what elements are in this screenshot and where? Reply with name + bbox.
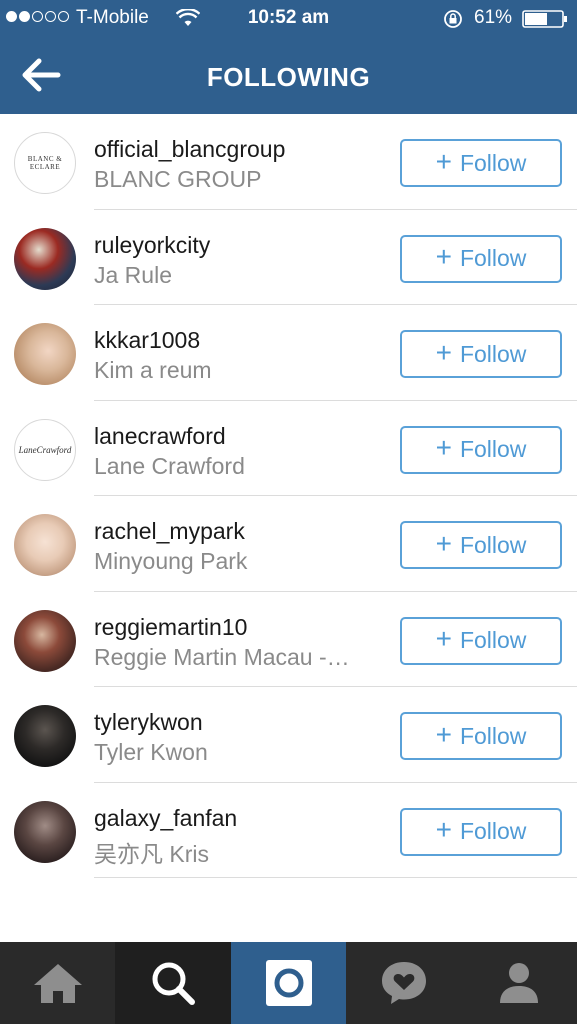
list-item: LaneCrawford lanecrawford Lane Crawford … xyxy=(0,401,577,496)
plus-icon: + xyxy=(435,623,452,654)
full-name: Kim a reum xyxy=(94,357,212,383)
avatar-logo: BLANC & ECLARE xyxy=(27,155,63,171)
full-name: 吴亦凡 Kris xyxy=(94,840,209,867)
tab-home[interactable] xyxy=(0,942,115,1024)
tab-search[interactable] xyxy=(115,942,231,1024)
full-name: Tyler Kwon xyxy=(94,739,208,765)
avatar-logo: LaneCrawford xyxy=(18,444,72,455)
follow-button[interactable]: + Follow xyxy=(400,234,562,283)
follow-button-label: Follow xyxy=(459,149,527,176)
follow-button[interactable]: + Follow xyxy=(400,807,562,856)
follow-button[interactable]: + Follow xyxy=(400,712,562,760)
avatar[interactable] xyxy=(14,514,76,576)
username[interactable]: ruleyorkcity xyxy=(94,232,210,259)
home-icon xyxy=(33,964,82,1003)
username[interactable]: tylerykwon xyxy=(94,709,203,736)
activity-heart-icon xyxy=(381,962,426,1004)
profile-icon xyxy=(500,963,539,1003)
full-name: Lane Crawford xyxy=(94,452,245,479)
follow-button-label: Follow xyxy=(459,436,527,462)
plus-icon: + xyxy=(435,241,452,272)
status-bar: T-Mobile 10:52 am 61% xyxy=(0,0,577,38)
follow-button-label: Follow xyxy=(459,818,527,844)
avatar[interactable] xyxy=(14,800,76,863)
tab-camera[interactable] xyxy=(230,942,347,1024)
rotation-lock-icon xyxy=(444,10,462,28)
full-name: Ja Rule xyxy=(94,261,172,288)
page-title: FOLLOWING xyxy=(206,62,371,92)
top-bar: T-Mobile 10:52 am 61% FOLLOWING xyxy=(0,0,577,114)
follow-button-label: Follow xyxy=(459,531,527,558)
follow-button-label: Follow xyxy=(459,722,527,749)
username[interactable]: kkkar1008 xyxy=(94,327,200,354)
list-item: ruleyorkcity Ja Rule + Follow xyxy=(0,210,577,305)
avatar[interactable]: LaneCrawford xyxy=(14,418,76,481)
tab-profile[interactable] xyxy=(462,942,577,1024)
following-list: BLANC & ECLARE official_blancgroup BLANC… xyxy=(0,114,577,878)
avatar[interactable] xyxy=(14,609,76,672)
username[interactable]: reggiemartin10 xyxy=(94,614,247,641)
tab-activity[interactable] xyxy=(346,942,461,1024)
avatar[interactable] xyxy=(14,323,76,385)
follow-button[interactable]: + Follow xyxy=(400,330,562,378)
battery-percent: 61% xyxy=(474,7,513,28)
username[interactable]: galaxy_fanfan xyxy=(94,805,237,832)
plus-icon: + xyxy=(435,336,452,368)
username[interactable]: lanecrawford xyxy=(94,423,226,450)
follow-button[interactable]: + Follow xyxy=(400,521,562,569)
list-item: rachel_mypark Minyoung Park + Follow xyxy=(0,496,577,592)
avatar[interactable]: BLANC & ECLARE xyxy=(14,132,76,194)
username[interactable]: official_blancgroup xyxy=(94,136,285,163)
nav-header: FOLLOWING xyxy=(0,38,577,114)
list-item: tylerykwon Tyler Kwon + Follow xyxy=(0,687,577,783)
avatar[interactable] xyxy=(14,705,76,767)
follow-button-label: Follow xyxy=(459,245,527,271)
plus-icon: + xyxy=(435,814,452,845)
plus-icon: + xyxy=(435,145,452,177)
list-item: galaxy_fanfan 吴亦凡 Kris + Follow xyxy=(0,783,577,878)
full-name: Reggie Martin Macau -… xyxy=(94,643,350,670)
follow-button-label: Follow xyxy=(459,340,527,367)
battery-icon xyxy=(522,10,567,28)
follow-button-label: Follow xyxy=(459,627,527,653)
list-item: BLANC & ECLARE official_blancgroup BLANC… xyxy=(0,114,577,210)
tab-bar xyxy=(0,942,577,1024)
follow-button[interactable]: + Follow xyxy=(400,425,562,474)
full-name: BLANC GROUP xyxy=(94,166,262,192)
follow-button[interactable]: + Follow xyxy=(400,139,562,187)
list-item: kkkar1008 Kim a reum + Follow xyxy=(0,305,577,401)
plus-icon: + xyxy=(435,432,452,463)
username[interactable]: rachel_mypark xyxy=(94,518,245,545)
plus-icon: + xyxy=(435,718,452,750)
divider xyxy=(94,877,577,878)
list-item: reggiemartin10 Reggie Martin Macau -… + … xyxy=(0,592,577,687)
plus-icon: + xyxy=(435,527,452,559)
camera-icon xyxy=(265,960,312,1006)
full-name: Minyoung Park xyxy=(94,548,248,574)
follow-button[interactable]: + Follow xyxy=(400,616,562,665)
avatar[interactable] xyxy=(14,227,76,290)
search-icon xyxy=(152,962,196,1005)
